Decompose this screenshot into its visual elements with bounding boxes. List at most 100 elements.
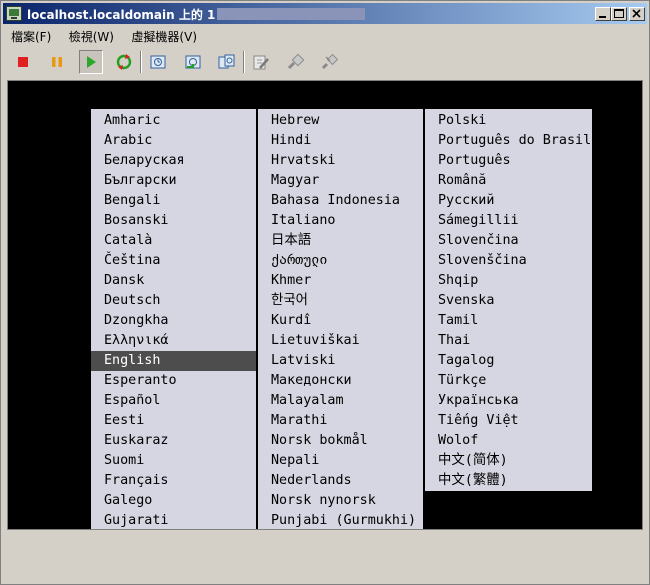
language-option[interactable]: Українська	[425, 391, 592, 411]
language-option[interactable]: Slovenčina	[425, 231, 592, 251]
language-option[interactable]: Khmer	[258, 271, 423, 291]
menu-vm[interactable]: 虛擬機器(V)	[123, 25, 202, 45]
play-button[interactable]	[79, 50, 103, 74]
menu-bar: 檔案(F) 檢視(W) 虛擬機器(V)	[3, 25, 647, 45]
language-option[interactable]: Русский	[425, 191, 592, 211]
language-option[interactable]: Português do Brasil	[425, 131, 592, 151]
language-option[interactable]: Tiếng Việt	[425, 411, 592, 431]
language-option[interactable]: Sámegillii	[425, 211, 592, 231]
language-option[interactable]: Bengali	[91, 191, 256, 211]
disconnect-icon	[321, 53, 338, 70]
language-option[interactable]: English	[91, 351, 256, 371]
pause-button[interactable]	[45, 50, 69, 74]
reset-icon	[116, 54, 132, 70]
language-column-1: Amharic Arabic Беларуская Български Bengali B…	[91, 109, 256, 529]
language-option[interactable]: Bahasa Indonesia	[258, 191, 423, 211]
language-option[interactable]: Français	[91, 471, 256, 491]
language-option[interactable]: Български	[91, 171, 256, 191]
minimize-button[interactable]	[595, 7, 611, 21]
language-option[interactable]: 日本語	[258, 231, 423, 251]
language-option[interactable]: Ελληνικά	[91, 331, 256, 351]
language-option[interactable]: Arabic	[91, 131, 256, 151]
language-option[interactable]: Marathi	[258, 411, 423, 431]
language-option[interactable]: Español	[91, 391, 256, 411]
vm-app-icon	[6, 6, 22, 21]
language-option[interactable]: Беларуская	[91, 151, 256, 171]
language-option[interactable]: Català	[91, 231, 256, 251]
maximize-icon	[614, 9, 624, 18]
language-option[interactable]: Dansk	[91, 271, 256, 291]
language-option[interactable]: Dzongkha	[91, 311, 256, 331]
language-option[interactable]: Lietuviškai	[258, 331, 423, 351]
language-option[interactable]: Latviski	[258, 351, 423, 371]
pause-icon	[52, 57, 62, 67]
language-option[interactable]: Esperanto	[91, 371, 256, 391]
language-column-3: Polski Português do Brasil Português Română…	[425, 109, 592, 491]
language-option[interactable]: Norsk nynorsk	[258, 491, 423, 511]
menu-view[interactable]: 檢視(W)	[61, 25, 119, 45]
language-option[interactable]: Polski	[425, 111, 592, 131]
language-option[interactable]: Čeština	[91, 251, 256, 271]
language-option[interactable]: Norsk bokmål	[258, 431, 423, 451]
reset-button[interactable]	[112, 50, 136, 74]
language-option[interactable]: Punjabi (Gurmukhi)	[258, 511, 423, 529]
language-option[interactable]: Shqip	[425, 271, 592, 291]
toolbar-separator	[243, 51, 245, 73]
maximize-button[interactable]	[611, 7, 627, 21]
toolbar	[3, 47, 647, 77]
revert-snapshot-button[interactable]	[181, 50, 205, 74]
title-bar[interactable]: localhost.localdomain 上的 1	[3, 3, 647, 24]
close-icon	[632, 9, 641, 18]
language-option[interactable]: Eesti	[91, 411, 256, 431]
language-option[interactable]: Hebrew	[258, 111, 423, 131]
window-title: localhost.localdomain 上的 1	[27, 6, 366, 23]
disconnect-device-button[interactable]	[317, 50, 341, 74]
language-option[interactable]: Bosanski	[91, 211, 256, 231]
connect-device-button[interactable]	[283, 50, 307, 74]
menu-file[interactable]: 檔案(F)	[3, 25, 56, 45]
snapshot-icon	[150, 55, 166, 69]
stop-button[interactable]	[11, 50, 35, 74]
language-option[interactable]: Suomi	[91, 451, 256, 471]
language-option[interactable]: ქართული	[258, 251, 423, 271]
language-option[interactable]: 中文(简体)	[425, 451, 592, 471]
redacted-title-region	[217, 8, 366, 20]
language-option[interactable]: Gujarati	[91, 511, 256, 529]
toolbar-separator	[140, 51, 142, 73]
language-option[interactable]: Euskaraz	[91, 431, 256, 451]
language-option[interactable]: Nederlands	[258, 471, 423, 491]
language-option[interactable]: Amharic	[91, 111, 256, 131]
language-option[interactable]: Wolof	[425, 431, 592, 451]
language-option[interactable]: Tamil	[425, 311, 592, 331]
language-option[interactable]: Galego	[91, 491, 256, 511]
manage-snapshots-button[interactable]	[215, 50, 239, 74]
language-option[interactable]: Português	[425, 151, 592, 171]
language-option[interactable]: Svenska	[425, 291, 592, 311]
play-icon	[87, 56, 96, 68]
snapshot-button[interactable]	[146, 50, 170, 74]
language-option[interactable]: Hindi	[258, 131, 423, 151]
language-option[interactable]: Italiano	[258, 211, 423, 231]
revert-snapshot-icon	[185, 55, 201, 69]
language-option[interactable]: Македонски	[258, 371, 423, 391]
device-icon	[287, 53, 304, 70]
language-option[interactable]: Malayalam	[258, 391, 423, 411]
language-option[interactable]: 한국어	[258, 291, 423, 311]
language-option[interactable]: Hrvatski	[258, 151, 423, 171]
language-option[interactable]: Tagalog	[425, 351, 592, 371]
language-option[interactable]: Kurdî	[258, 311, 423, 331]
vm-console-screen[interactable]: Language Amharic Arabic Беларуская Българск…	[7, 80, 643, 530]
language-option[interactable]: 中文(繁體)	[425, 471, 592, 491]
language-option[interactable]: Slovenščina	[425, 251, 592, 271]
language-option[interactable]: Magyar	[258, 171, 423, 191]
edit-settings-button[interactable]	[249, 50, 273, 74]
language-option[interactable]: Nepali	[258, 451, 423, 471]
language-dialog-title: Language	[310, 91, 373, 106]
language-column-2: Hebrew Hindi Hrvatski Magyar Bahasa Indonesi…	[258, 109, 423, 529]
language-option[interactable]: Deutsch	[91, 291, 256, 311]
language-option[interactable]: Türkçe	[425, 371, 592, 391]
edit-settings-icon	[253, 55, 269, 70]
close-button[interactable]	[629, 7, 645, 21]
language-option[interactable]: Română	[425, 171, 592, 191]
language-option[interactable]: Thai	[425, 331, 592, 351]
